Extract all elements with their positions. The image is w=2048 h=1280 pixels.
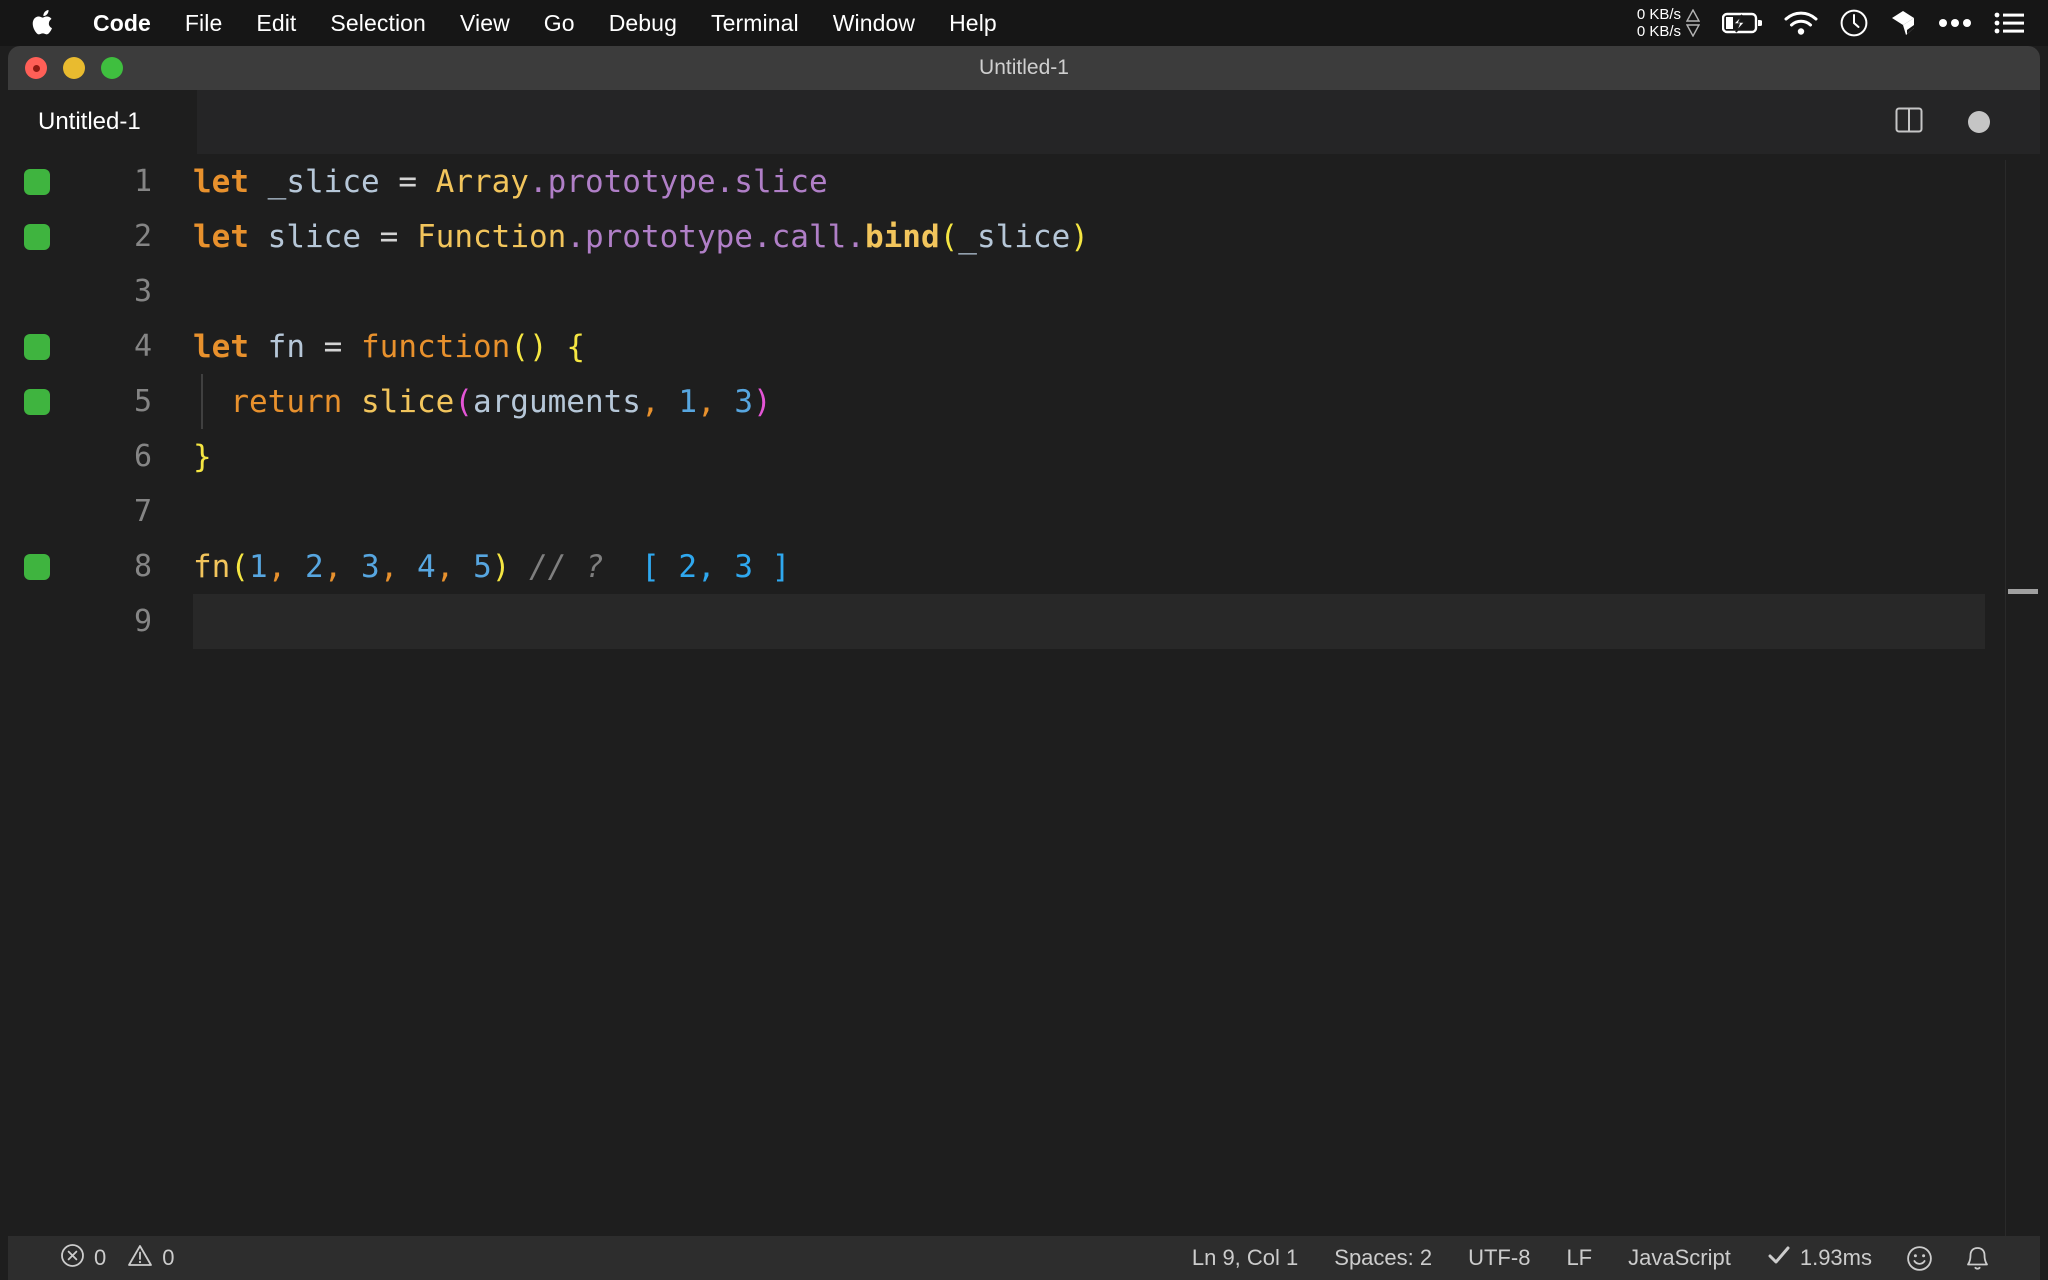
wifi-icon[interactable] (1784, 11, 1818, 36)
smiley-feedback-icon[interactable] (1890, 1245, 1949, 1272)
quokka-coverage-marker (24, 223, 50, 250)
code-line[interactable]: 5 return slice(arguments, 1, 3) (8, 374, 2040, 429)
code-editor[interactable]: 1 let _slice = Array.prototype.slice 2 let … (8, 154, 2040, 1236)
code-line[interactable]: 8 fn(1, 2, 3, 4, 5) // ? [ 2, 3 ] (8, 539, 2040, 594)
status-bar-left: 0 0 (42, 1243, 193, 1274)
warning-count: 0 (162, 1245, 175, 1270)
line-number: 3 (133, 274, 152, 309)
quokka-coverage-marker (24, 553, 50, 580)
line-number: 9 (133, 604, 152, 639)
window-titlebar: Untitled-1 (8, 46, 2040, 90)
menu-item-file[interactable]: File (168, 0, 239, 46)
ellipsis-icon[interactable] (1938, 18, 1972, 28)
menu-item-debug[interactable]: Debug (592, 0, 694, 46)
minimize-button[interactable] (63, 57, 85, 79)
menu-item-terminal[interactable]: Terminal (694, 0, 816, 46)
code-line[interactable]: 4 let fn = function() { (8, 319, 2040, 374)
tab-untitled-1[interactable]: Untitled-1 (8, 90, 198, 154)
menu-item-view[interactable]: View (443, 0, 527, 46)
code-line[interactable]: 7 (8, 484, 2040, 539)
check-icon (1767, 1245, 1791, 1271)
code-line[interactable]: 6} (8, 429, 2040, 484)
line-number: 8 (133, 549, 152, 584)
vscode-window: Untitled-1 Untitled-1 1 let _slice = Arra… (8, 46, 2040, 1280)
network-arrows-icon (1686, 9, 1700, 37)
clock-icon[interactable] (1840, 9, 1868, 37)
maximize-button[interactable] (101, 57, 123, 79)
line-number: 2 (133, 219, 152, 254)
unsaved-dot-indicator[interactable] (1968, 111, 1990, 133)
quokka-time-label: 1.93ms (1799, 1245, 1872, 1270)
encoding-status[interactable]: UTF-8 (1450, 1245, 1548, 1271)
current-line-highlight (193, 594, 1985, 649)
network-speed-indicator[interactable]: 0 KB/s 0 KB/s (1637, 6, 1700, 40)
editor-tabbar: Untitled-1 (8, 90, 2040, 154)
error-icon (60, 1243, 85, 1274)
battery-charging-icon[interactable] (1722, 11, 1762, 35)
menu-item-edit[interactable]: Edit (239, 0, 313, 46)
line-number: 7 (133, 494, 152, 529)
code-line[interactable]: 3 (8, 264, 2040, 319)
menubar-tray: 0 KB/s 0 KB/s (1637, 0, 2048, 46)
menu-item-code[interactable]: Code (76, 0, 168, 46)
tabbar-actions (1894, 90, 2040, 154)
line-number: 5 (133, 384, 152, 419)
list-menu-icon[interactable] (1994, 11, 2024, 35)
bell-notification-icon[interactable] (1949, 1245, 2006, 1272)
macos-menubar: Code File Edit Selection View Go Debug T… (0, 0, 2048, 46)
scrollbar-mark (2008, 589, 2038, 594)
code-line[interactable]: 2 let slice = Function.prototype.call.bin… (8, 209, 2040, 264)
quokka-runtime-status[interactable]: 1.93ms (1749, 1245, 1890, 1271)
menu-item-go[interactable]: Go (527, 0, 592, 46)
editor-scrollbar[interactable] (2006, 154, 2040, 1236)
menu-item-help[interactable]: Help (932, 0, 1014, 46)
code-text: let slice = Function.prototype.call.bind… (193, 218, 1089, 255)
split-editor-icon[interactable] (1894, 105, 1924, 140)
code-text: let fn = function() { (193, 328, 585, 365)
warning-icon (127, 1243, 153, 1274)
code-text: fn(1, 2, 3, 4, 5) // ? [ 2, 3 ] (193, 548, 791, 585)
network-upload-speed: 0 KB/s (1636, 6, 1681, 23)
menu-item-selection[interactable]: Selection (313, 0, 443, 46)
quokka-coverage-marker (24, 168, 50, 195)
traffic-light-group (25, 57, 123, 79)
menu-item-window[interactable]: Window (816, 0, 932, 46)
code-line[interactable]: 1 let _slice = Array.prototype.slice (8, 154, 2040, 209)
code-line[interactable]: 9 (8, 594, 2040, 649)
tab-label: Untitled-1 (38, 108, 141, 135)
status-bar: 0 0 Ln 9, Col 1 Spaces: 2 UTF-8 LF JavaS… (8, 1236, 2040, 1280)
language-mode-status[interactable]: JavaScript (1610, 1245, 1749, 1271)
indentation-status[interactable]: Spaces: 2 (1316, 1245, 1450, 1271)
status-bar-right: Ln 9, Col 1 Spaces: 2 UTF-8 LF JavaScrip… (1174, 1245, 2040, 1272)
code-text: return slice(arguments, 1, 3) (230, 383, 772, 420)
quokka-coverage-marker (24, 333, 50, 360)
problems-status[interactable]: 0 0 (42, 1243, 193, 1274)
line-number: 1 (133, 164, 152, 199)
error-count: 0 (94, 1245, 107, 1270)
code-text: } (193, 438, 212, 475)
quokka-coverage-marker (24, 388, 50, 415)
cursor-position-status[interactable]: Ln 9, Col 1 (1174, 1245, 1316, 1271)
window-title: Untitled-1 (979, 56, 1069, 79)
close-button[interactable] (25, 57, 47, 79)
dropbox-icon[interactable] (1890, 9, 1916, 37)
line-number: 6 (133, 439, 152, 474)
apple-logo-icon[interactable] (32, 10, 54, 36)
eol-status[interactable]: LF (1548, 1245, 1610, 1271)
code-text: let _slice = Array.prototype.slice (193, 163, 828, 200)
network-download-speed: 0 KB/s (1636, 23, 1681, 40)
line-number: 4 (133, 329, 152, 364)
